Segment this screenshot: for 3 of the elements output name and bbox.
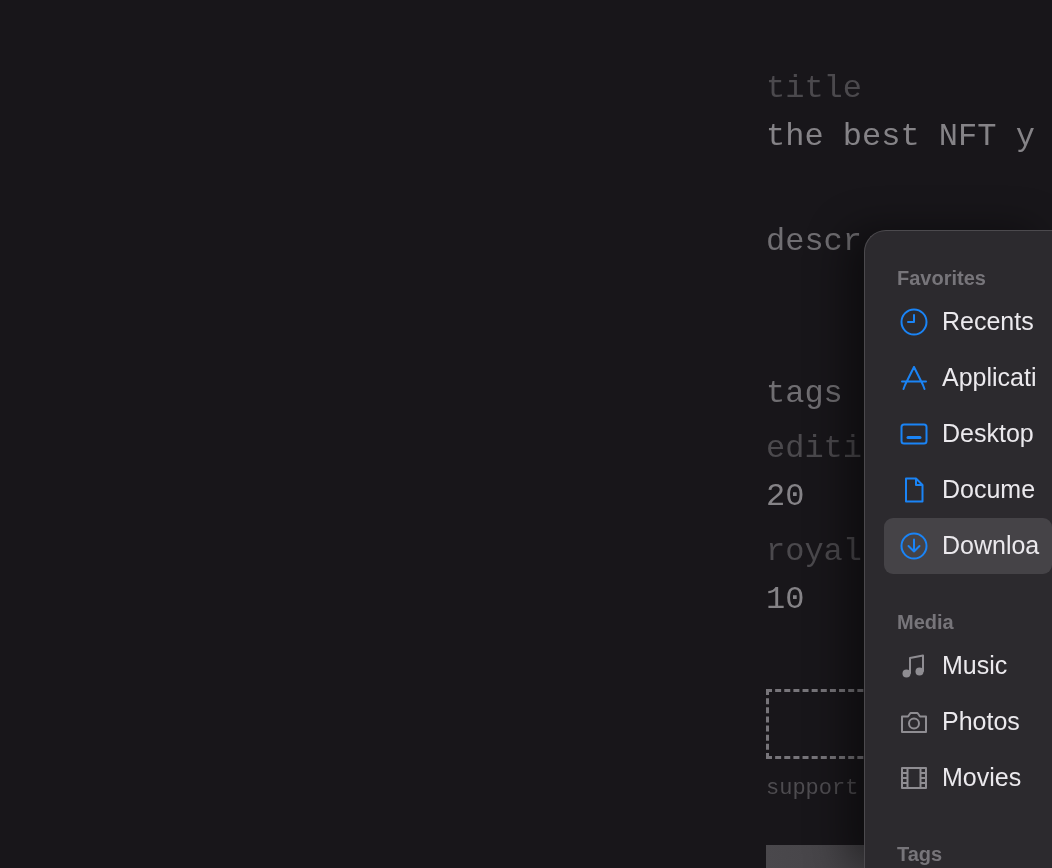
section-header: Tags xyxy=(896,842,943,866)
section-header: Media xyxy=(896,610,954,634)
section-header: Favorites xyxy=(896,266,986,290)
